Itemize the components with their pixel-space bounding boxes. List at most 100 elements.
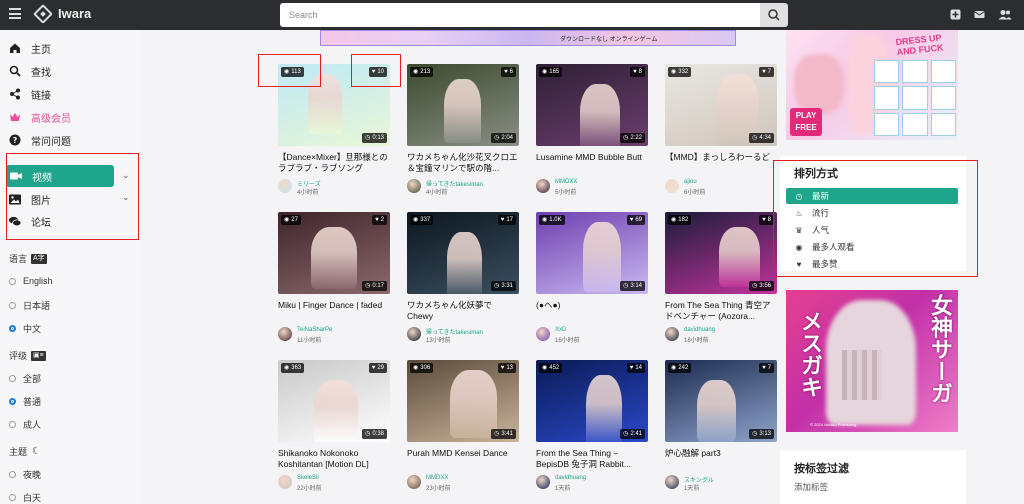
- video-card[interactable]: ◉ 332 ♥ 7 ◷ 4:34 【MMD】まっしろわーるど ajiou 6小时前: [665, 64, 777, 196]
- uploader-name[interactable]: ajiou: [684, 179, 697, 185]
- uploader-name[interactable]: XxD: [555, 327, 566, 333]
- likes-count: 13: [506, 365, 513, 371]
- radio-icon[interactable]: [9, 421, 16, 428]
- radio-icon[interactable]: [9, 302, 16, 309]
- video-title[interactable]: ワカメちゃん化妖夢で Chewy: [407, 300, 519, 322]
- video-card[interactable]: ◉ 242 ♥ 7 ◷ 3:13 炉心融解 part3 スキングル 1天前: [665, 360, 777, 492]
- video-card[interactable]: ◉ 452 ♥ 14 ◷ 2:41 From the Sea Thing – BepisDB…: [536, 360, 648, 492]
- video-title[interactable]: Purah MMD Kensei Dance: [407, 448, 519, 459]
- rating-option-all[interactable]: 全部: [9, 372, 41, 385]
- video-title[interactable]: From the Sea Thing – BepisDB 兔子洞 Rabbit.…: [536, 448, 648, 470]
- video-thumbnail[interactable]: ◉ 27 ♥ 2 ◷ 0:17: [278, 212, 390, 294]
- language-label: 中文: [23, 324, 42, 334]
- video-title[interactable]: 【MMD】まっしろわーるど: [665, 152, 777, 163]
- video-card[interactable]: ◉ 306 ♥ 13 ◷ 3:41 Purah MMD Kensei Dance MMDXX 2…: [407, 360, 519, 492]
- video-thumbnail[interactable]: ◉ 165 ♥ 8 ◷ 2:22: [536, 64, 648, 146]
- video-title[interactable]: 炉心融解 part3: [665, 448, 777, 459]
- avatar[interactable]: [665, 327, 679, 341]
- video-thumbnail[interactable]: ◉ 363 ♥ 29 ◷ 0:38: [278, 360, 390, 442]
- views-count: 306: [420, 365, 431, 371]
- video-card[interactable]: ◉ 337 ♥ 17 ◷ 3:31 ワカメちゃん化妖夢で Chewy 帰ってきたtakesim…: [407, 212, 519, 344]
- video-title[interactable]: From The Sea Thing 青空アドベンチャー (Aozora...: [665, 300, 777, 322]
- uploader-name[interactable]: SkeleSli: [297, 475, 319, 481]
- video-card[interactable]: ◉ 165 ♥ 8 ◷ 2:22 Lusamine MMD Bubble Butt MMDXX…: [536, 64, 648, 196]
- video-thumbnail[interactable]: ◉ 182 ♥ 8 ◷ 3:56: [665, 212, 777, 294]
- video-card[interactable]: ◉ 213 ♥ 6 ◷ 2:04 ワカメちゃん化沙花叉クロエ＆宝鐘マリンで駅の階... 帰って…: [407, 64, 519, 196]
- menu-icon[interactable]: [9, 8, 21, 19]
- views-badge: ◉ 363: [281, 363, 305, 373]
- avatar[interactable]: [665, 475, 679, 489]
- avatar[interactable]: [278, 475, 292, 489]
- game-ad-top[interactable]: DRESS UP AND FUCK PLAY FREE: [786, 30, 958, 140]
- theme-option-day[interactable]: 白天: [9, 491, 41, 504]
- search-icon: [9, 65, 21, 77]
- rating-option-general[interactable]: 普通: [9, 395, 41, 408]
- video-title[interactable]: (●ヘ●): [536, 300, 648, 311]
- uploader-name[interactable]: davidhuang: [555, 475, 586, 481]
- video-thumbnail[interactable]: ◉ 306 ♥ 13 ◷ 3:41: [407, 360, 519, 442]
- radio-selected-icon[interactable]: [9, 325, 16, 332]
- uploader-name[interactable]: davidhuang: [684, 327, 715, 333]
- users-icon[interactable]: [998, 9, 1012, 20]
- top-banner-ad[interactable]: [320, 30, 736, 46]
- avatar[interactable]: [407, 179, 421, 193]
- avatar[interactable]: [536, 327, 550, 341]
- rating-option-adult[interactable]: 成人: [9, 418, 41, 431]
- video-card[interactable]: ◉ 1.0K ♥ 69 ◷ 3:14 (●ヘ●) XxD 16小时前: [536, 212, 648, 344]
- video-thumbnail[interactable]: ◉ 337 ♥ 17 ◷ 3:31: [407, 212, 519, 294]
- nav-home[interactable]: 主页: [9, 38, 51, 58]
- search-button[interactable]: [760, 3, 788, 27]
- upload-time: 1天前: [684, 486, 700, 492]
- nav-premium[interactable]: 高级会员: [9, 107, 71, 127]
- video-thumbnail[interactable]: ◉ 332 ♥ 7 ◷ 4:34: [665, 64, 777, 146]
- video-title[interactable]: Miku | Finger Dance | faded: [278, 300, 390, 311]
- upload-icon[interactable]: [950, 9, 961, 20]
- video-thumbnail[interactable]: ◉ 452 ♥ 14 ◷ 2:41: [536, 360, 648, 442]
- video-title[interactable]: 【Dance×Mixer】旦那様とのラブラブ・ラブソング: [278, 152, 390, 174]
- svg-text:?: ?: [13, 136, 18, 145]
- radio-icon[interactable]: [9, 471, 16, 478]
- video-title[interactable]: ワカメちゃん化沙花叉クロエ＆宝鐘マリンで駅の階...: [407, 152, 519, 174]
- logo[interactable]: Iwara: [33, 3, 91, 24]
- avatar[interactable]: [536, 179, 550, 193]
- search-input[interactable]: Search: [280, 3, 760, 27]
- mail-icon[interactable]: [974, 9, 985, 20]
- radio-selected-icon[interactable]: [9, 398, 16, 405]
- duration-badge: ◷ 2:41: [620, 429, 645, 439]
- views-count: 213: [420, 69, 431, 75]
- avatar[interactable]: [278, 327, 292, 341]
- avatar[interactable]: [536, 475, 550, 489]
- avatar[interactable]: [407, 327, 421, 341]
- nav-faq[interactable]: ? 常问问题: [9, 130, 71, 150]
- add-tag-label[interactable]: 添加标签: [794, 481, 828, 493]
- language-option-japanese[interactable]: 日本語: [9, 299, 50, 312]
- theme-option-night[interactable]: 夜晚: [9, 468, 41, 481]
- nav-faq-label: 常问问题: [31, 136, 71, 148]
- home-icon: [9, 42, 21, 54]
- nav-search[interactable]: 查找: [9, 61, 51, 81]
- avatar[interactable]: [407, 475, 421, 489]
- ad-free-text: FREE: [795, 123, 817, 132]
- video-card[interactable]: ◉ 182 ♥ 8 ◷ 3:56 From The Sea Thing 青空アドベンチャー …: [665, 212, 777, 344]
- video-title[interactable]: Lusamine MMD Bubble Butt: [536, 152, 648, 163]
- views-badge: ◉ 27: [281, 215, 301, 225]
- language-option-english[interactable]: English: [9, 276, 53, 286]
- video-card[interactable]: ◉ 27 ♥ 2 ◷ 0:17 Miku | Finger Dance | faded Tei…: [278, 212, 390, 344]
- video-thumbnail[interactable]: ◉ 213 ♥ 6 ◷ 2:04: [407, 64, 519, 146]
- duration-badge: ◷ 2:22: [620, 133, 645, 143]
- nav-links[interactable]: 链接: [9, 84, 51, 104]
- uploader-name[interactable]: TeiNaSharPe: [297, 327, 332, 333]
- video-thumbnail[interactable]: ◉ 1.0K ♥ 69 ◷ 3:14: [536, 212, 648, 294]
- uploader-name[interactable]: MMDXX: [555, 179, 577, 185]
- radio-icon[interactable]: [9, 375, 16, 382]
- avatar[interactable]: [278, 179, 292, 193]
- game-ad-middle[interactable]: メスガキ 女神サーガ © 2024 Nutaku Publishing: [786, 290, 958, 432]
- video-card[interactable]: ◉ 363 ♥ 29 ◷ 0:38 Shikanoko Nokonoko Koshitant…: [278, 360, 390, 492]
- avatar[interactable]: [665, 179, 679, 193]
- radio-icon[interactable]: [9, 494, 16, 501]
- radio-icon[interactable]: [9, 277, 16, 285]
- language-option-chinese[interactable]: 中文: [9, 322, 41, 335]
- uploader-name[interactable]: MMDXX: [426, 475, 448, 481]
- video-title[interactable]: Shikanoko Nokonoko Koshitantan [Motion D…: [278, 448, 390, 470]
- video-thumbnail[interactable]: ◉ 242 ♥ 7 ◷ 3:13: [665, 360, 777, 442]
